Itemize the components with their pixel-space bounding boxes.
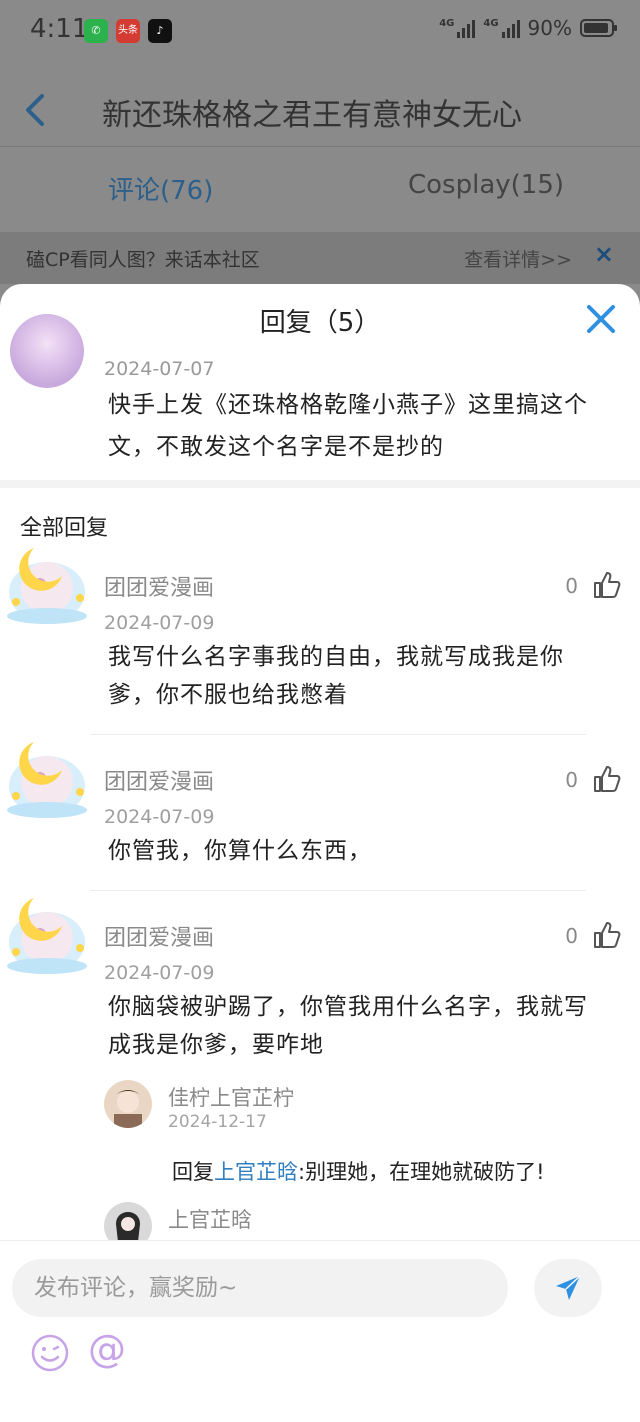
comment-input[interactable]: 发布评论，赢奖励~ bbox=[12, 1259, 508, 1317]
avatar[interactable] bbox=[4, 890, 90, 976]
promo-banner[interactable]: 磕CP看同人图？来话本社区 查看详情>> × bbox=[0, 232, 640, 284]
banner-close-icon[interactable]: × bbox=[594, 240, 614, 268]
thumbs-up-icon[interactable] bbox=[592, 764, 622, 794]
comment-input-bar: 发布评论，赢奖励~ @ bbox=[0, 1240, 640, 1422]
reply-text: 我写什么名字事我的自由，我就写成我是你爹，你不服也给我憋着 bbox=[108, 644, 564, 708]
tab-cosplay[interactable]: Cosplay(15) bbox=[408, 170, 564, 200]
thumbs-up-icon[interactable] bbox=[592, 570, 622, 600]
emoji-icon[interactable] bbox=[30, 1333, 70, 1373]
mention-link[interactable]: 上官芷晗 bbox=[214, 1160, 298, 1184]
like-count: 0 bbox=[565, 574, 578, 598]
reply-date: 2024-07-09 bbox=[104, 806, 215, 828]
thumbs-up-icon[interactable] bbox=[592, 920, 622, 950]
like-count: 0 bbox=[565, 768, 578, 792]
reply-text: 你脑袋被驴踢了，你管我用什么名字，我就写成我是你爹，要咋地 bbox=[108, 994, 588, 1058]
original-comment: 2024-07-07 快手上发《还珠格格乾隆小燕子》这里搞这个文，不敢发这个名字… bbox=[0, 314, 640, 480]
avatar[interactable] bbox=[4, 734, 90, 820]
reply-sheet: 回复（5） 2024-07-07 快手上发《还珠格格乾隆小燕子》这里搞这个文，不… bbox=[0, 284, 640, 1422]
avatar[interactable] bbox=[10, 314, 84, 388]
banner-text: 磕CP看同人图？来话本社区 bbox=[26, 249, 260, 271]
avatar[interactable] bbox=[104, 1080, 152, 1128]
mention-at-icon[interactable]: @ bbox=[88, 1327, 126, 1371]
divider bbox=[90, 890, 586, 891]
section-divider bbox=[0, 480, 640, 488]
comment-text: 快手上发《还珠格格乾隆小燕子》这里搞这个文，不敢发这个名字是不是抄的 bbox=[108, 392, 588, 460]
sub-reply-date: 2024-12-17 bbox=[168, 1112, 267, 1132]
divider bbox=[0, 146, 640, 147]
reply-date: 2024-07-09 bbox=[104, 962, 215, 984]
avatar[interactable] bbox=[4, 540, 90, 626]
divider bbox=[90, 734, 586, 735]
comment-date: 2024-07-07 bbox=[104, 358, 215, 380]
battery-icon bbox=[580, 19, 617, 37]
sub-reply-body: :别理她，在理她就破防了! bbox=[298, 1160, 545, 1184]
all-replies-heading: 全部回复 bbox=[20, 516, 109, 541]
status-time: 4:11 bbox=[30, 14, 89, 44]
reply-author[interactable]: 团团爱漫画 bbox=[104, 920, 214, 952]
sheet-title: 回复（5） bbox=[259, 308, 381, 338]
toutiao-icon: 头条 bbox=[116, 19, 140, 43]
reply-author[interactable]: 团团爱漫画 bbox=[104, 764, 214, 796]
reply-text: 你管我，你算什么东西， bbox=[108, 838, 372, 864]
signal-icon: 4G bbox=[439, 18, 476, 38]
send-button[interactable] bbox=[534, 1259, 602, 1317]
sub-reply-author[interactable]: 佳柠上官芷柠 bbox=[168, 1082, 294, 1112]
wechat-icon: ✆ bbox=[84, 19, 108, 43]
reply-author[interactable]: 团团爱漫画 bbox=[104, 570, 214, 602]
close-icon[interactable] bbox=[584, 302, 618, 336]
reply-prefix: 回复 bbox=[172, 1160, 214, 1184]
background-page: 4:11 ✆ 头条 ♪ 4G 4G 90% 新还珠格格之君王有意神女无心 评论(… bbox=[0, 0, 640, 300]
tab-comments[interactable]: 评论(76) bbox=[108, 170, 213, 207]
back-arrow-icon[interactable] bbox=[22, 90, 52, 130]
banner-details-link[interactable]: 查看详情>> bbox=[464, 245, 572, 272]
page-title: 新还珠格格之君王有意神女无心 bbox=[102, 98, 522, 133]
reply-date: 2024-07-09 bbox=[104, 612, 215, 634]
signal-icon-2: 4G bbox=[483, 18, 520, 38]
battery-percent: 90% bbox=[527, 16, 572, 40]
sub-reply-author[interactable]: 上官芷晗 bbox=[168, 1204, 252, 1234]
status-bar: 4:11 ✆ 头条 ♪ 4G 4G 90% bbox=[0, 0, 640, 62]
send-icon bbox=[556, 1275, 581, 1300]
sub-reply-text: 回复上官芷晗:别理她，在理她就破防了! bbox=[172, 1156, 545, 1186]
like-count: 0 bbox=[565, 924, 578, 948]
douyin-icon: ♪ bbox=[148, 19, 172, 43]
